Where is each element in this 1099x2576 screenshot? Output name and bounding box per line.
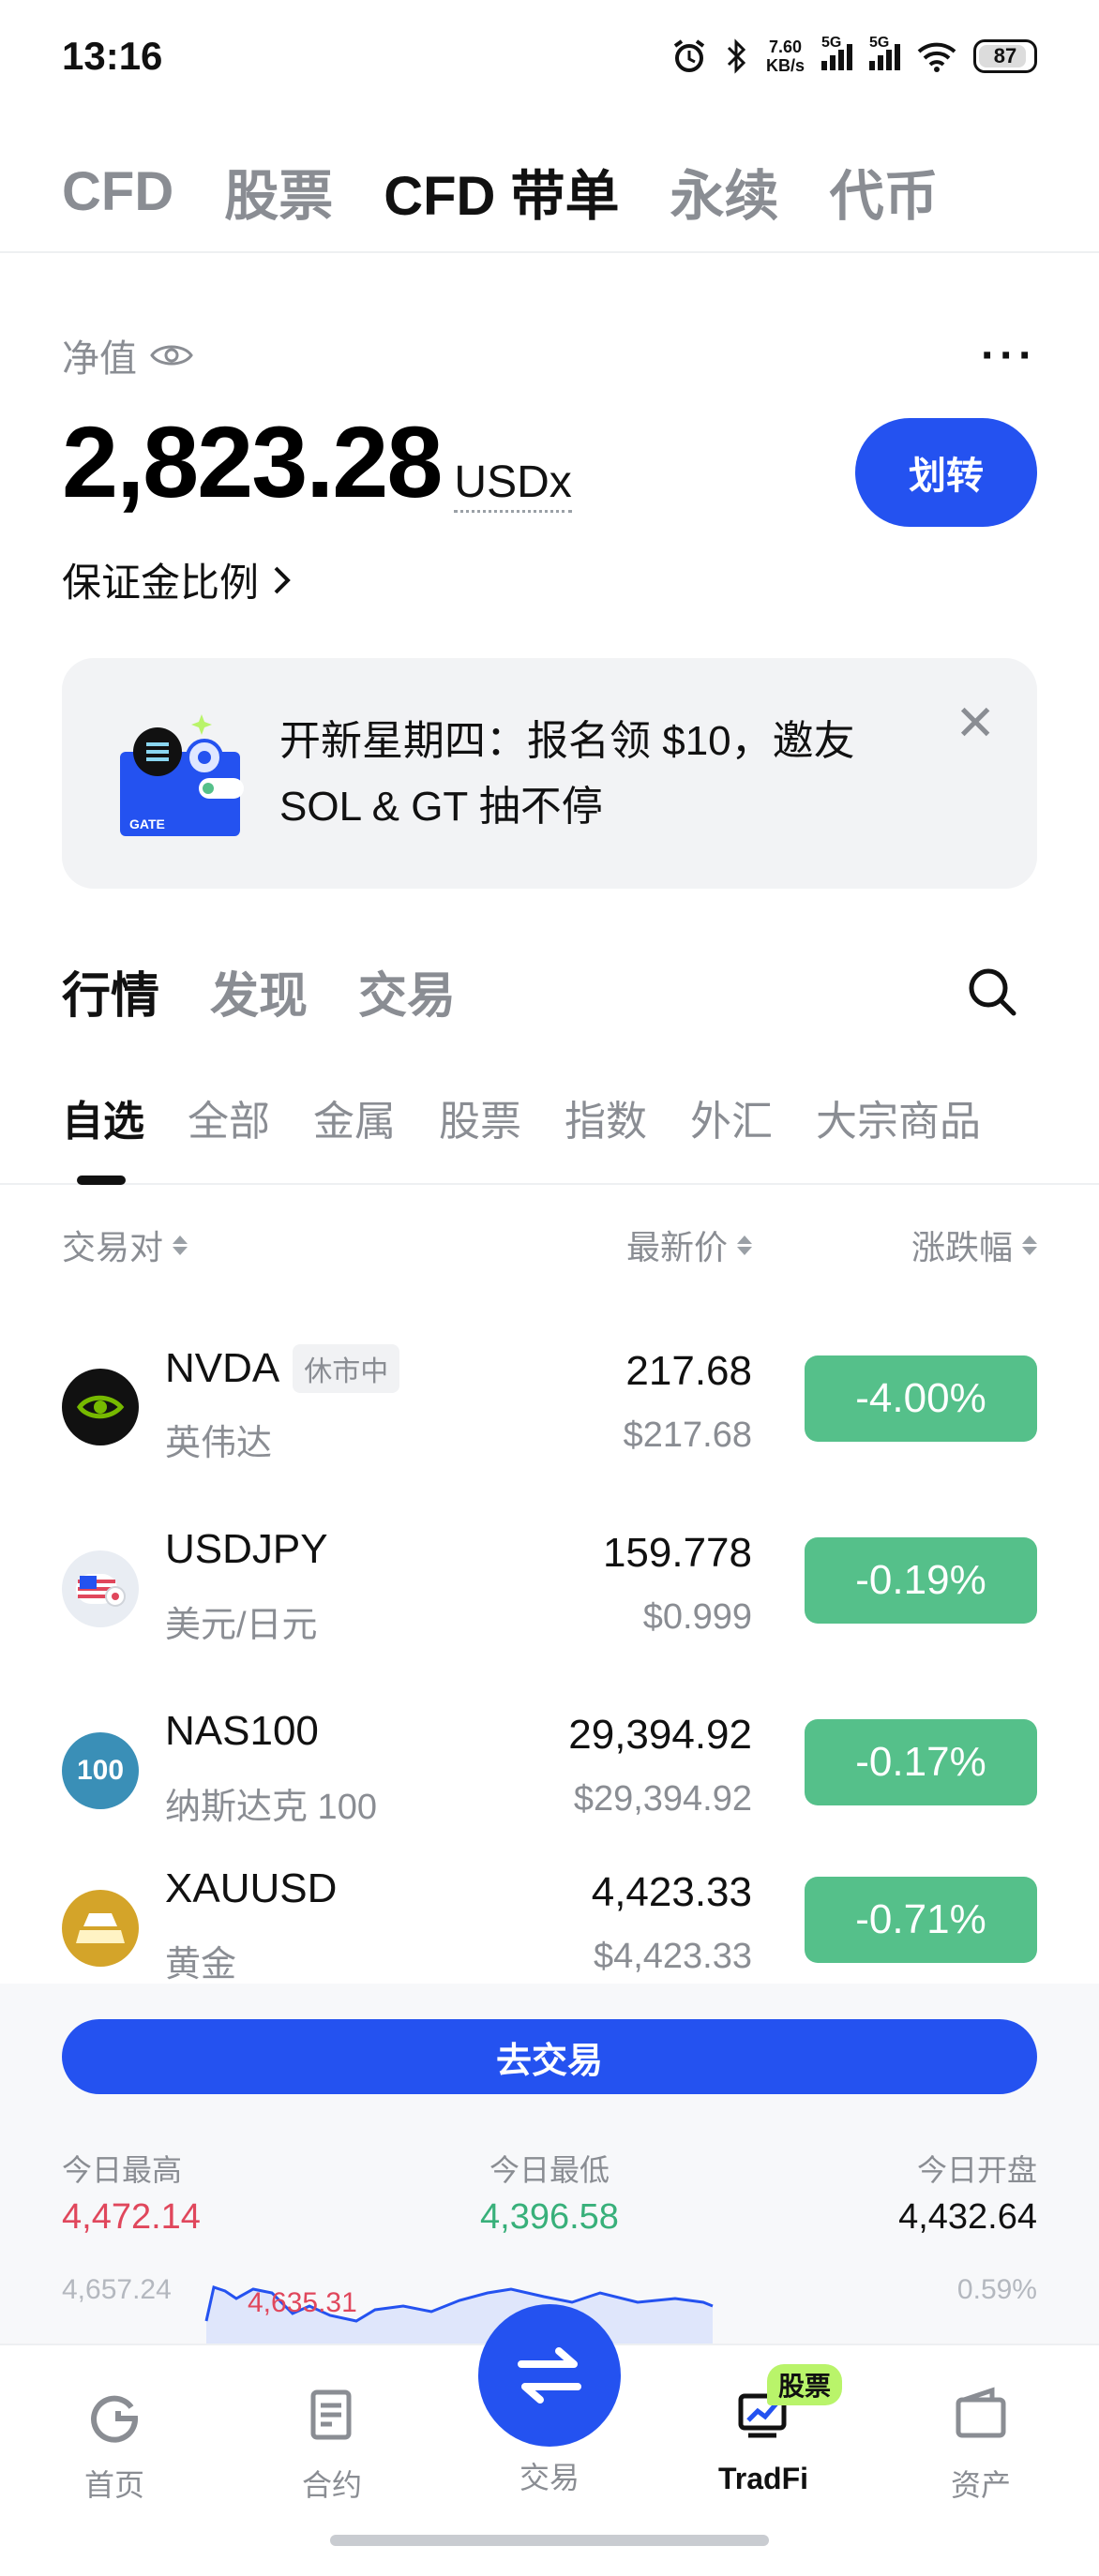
tradfi-stock-badge: 股票 bbox=[767, 2364, 843, 2405]
row-usd-price: $0.999 bbox=[642, 1597, 752, 1637]
stat-day-low: 今日最低 4,396.58 bbox=[480, 2153, 619, 2237]
row-symbol: USDJPY bbox=[165, 1526, 328, 1572]
row-price: 159.778 bbox=[602, 1530, 752, 1576]
row-change-badge[interactable]: -0.19% bbox=[805, 1537, 1037, 1624]
equity-label: 净值 bbox=[62, 328, 193, 382]
close-icon[interactable]: ✕ bbox=[955, 696, 996, 752]
nvidia-logo-icon bbox=[62, 1369, 139, 1445]
gold-bars-icon bbox=[62, 1890, 139, 1967]
tab-stocks[interactable]: 股票 bbox=[224, 152, 333, 231]
equity-amount: 2,823.28 bbox=[62, 405, 443, 518]
bluetooth-icon bbox=[727, 38, 746, 74]
swap-icon bbox=[518, 2347, 581, 2404]
home-icon bbox=[91, 2395, 139, 2443]
cat-tab-indices[interactable]: 指数 bbox=[565, 1087, 647, 1185]
nav-home[interactable]: 首页 bbox=[49, 2387, 180, 2505]
category-tabs: 自选 全部 金属 股票 指数 外汇 大宗商品 bbox=[0, 1087, 1099, 1185]
go-trade-button[interactable]: 去交易 bbox=[62, 2019, 1037, 2094]
battery-icon: 87 bbox=[973, 39, 1037, 73]
nav-trade-button[interactable] bbox=[478, 2304, 621, 2447]
market-closed-badge: 休市中 bbox=[293, 1344, 400, 1393]
row-usd-price: $4,423.33 bbox=[593, 1937, 752, 1976]
chart-top-right-label: 0.59% bbox=[956, 2274, 1037, 2305]
tab-discover[interactable]: 发现 bbox=[210, 956, 308, 1026]
us-jp-flag-icon bbox=[62, 1550, 139, 1627]
home-indicator[interactable] bbox=[330, 2535, 769, 2546]
sort-icon bbox=[737, 1235, 752, 1255]
nav-trade-label: 交易 bbox=[519, 2461, 580, 2494]
section-tabs: 行情 发现 交易 bbox=[62, 956, 456, 1026]
row-change-badge[interactable]: -0.17% bbox=[805, 1719, 1037, 1805]
row-price: 217.68 bbox=[625, 1348, 752, 1394]
sort-by-pair[interactable]: 交易对 bbox=[62, 1221, 188, 1269]
cat-tab-all[interactable]: 全部 bbox=[188, 1087, 270, 1185]
row-price: 29,394.92 bbox=[568, 1712, 752, 1758]
status-time: 13:16 bbox=[62, 34, 163, 78]
chevron-right-icon bbox=[274, 566, 291, 593]
status-icons: 7.60 KB/s 5G 5G 87 bbox=[670, 35, 1037, 75]
row-name: 纳斯达克 100 bbox=[165, 1788, 377, 1827]
cat-tab-favorites[interactable]: 自选 bbox=[62, 1087, 144, 1185]
tab-tokens[interactable]: 代币 bbox=[830, 152, 939, 231]
row-symbol: NAS100 bbox=[165, 1708, 319, 1754]
row-change-badge[interactable]: -4.00% bbox=[805, 1355, 1037, 1442]
eye-icon[interactable] bbox=[150, 341, 193, 369]
more-options-icon[interactable]: ··· bbox=[981, 330, 1037, 382]
promo-wallet-icon: GATE bbox=[120, 714, 244, 836]
tab-trade[interactable]: 交易 bbox=[358, 956, 456, 1026]
cat-tab-metals[interactable]: 金属 bbox=[313, 1087, 396, 1185]
stat-day-open: 今日开盘 4,432.64 bbox=[898, 2153, 1037, 2237]
row-price: 4,423.33 bbox=[591, 1869, 752, 1915]
row-change-badge[interactable]: -0.71% bbox=[805, 1877, 1037, 1963]
tab-perpetual[interactable]: 永续 bbox=[670, 152, 779, 231]
chart-peak-label: 4,635.31 bbox=[248, 2287, 357, 2318]
network-speed: 7.60 KB/s bbox=[765, 37, 805, 75]
cat-tab-stocks[interactable]: 股票 bbox=[439, 1087, 521, 1185]
row-symbol: XAUUSD bbox=[165, 1865, 338, 1911]
tab-cfd[interactable]: CFD bbox=[62, 160, 173, 223]
alarm-icon bbox=[673, 39, 705, 72]
promo-banner[interactable]: GATE 开新星期四：报名领 $10，邀友 SOL & GT 抽不停 ✕ bbox=[62, 658, 1037, 889]
promo-text: 开新星期四：报名领 $10，邀友 SOL & GT 抽不停 bbox=[279, 718, 855, 830]
nav-contract[interactable]: 合约 bbox=[266, 2387, 398, 2505]
stat-day-high: 今日最高 4,472.14 bbox=[62, 2153, 201, 2237]
list-item-usdjpy[interactable]: USDJPY 美元/日元 159.778 $0.999 -0.19% bbox=[62, 1526, 1037, 1667]
sort-by-price[interactable]: 最新价 bbox=[626, 1221, 752, 1269]
cat-tab-commodities[interactable]: 大宗商品 bbox=[816, 1087, 981, 1185]
margin-ratio-link[interactable]: 保证金比例 bbox=[62, 551, 293, 608]
list-header: 交易对 最新价 涨跌幅 bbox=[62, 1221, 1037, 1277]
tab-cfd-copy-trading[interactable]: CFD 带单 bbox=[384, 152, 619, 231]
svg-text:GATE: GATE bbox=[129, 816, 165, 831]
signal-sim1-icon: 5G bbox=[821, 35, 852, 70]
sort-icon bbox=[1022, 1235, 1037, 1255]
sort-icon bbox=[173, 1235, 188, 1255]
search-icon[interactable] bbox=[966, 966, 1018, 1018]
row-symbol: NVDA bbox=[165, 1345, 280, 1391]
equity-value: 2,823.28 USDx bbox=[62, 403, 572, 520]
sort-by-change[interactable]: 涨跌幅 bbox=[911, 1221, 1037, 1269]
signal-sim2-icon: 5G bbox=[869, 35, 900, 70]
row-name: 美元/日元 bbox=[165, 1606, 318, 1645]
equity-unit[interactable]: USDx bbox=[454, 457, 572, 513]
nas100-icon: 100 bbox=[62, 1732, 139, 1809]
top-tabs: CFD 股票 CFD 带单 永续 代币 bbox=[0, 131, 1099, 253]
contract-icon bbox=[310, 2389, 352, 2440]
nav-assets[interactable]: 资产 bbox=[915, 2387, 1046, 2505]
chart-top-left-label: 4,657.24 bbox=[62, 2274, 172, 2305]
cat-tab-forex[interactable]: 外汇 bbox=[690, 1087, 773, 1185]
list-item-nas100[interactable]: 100 NAS100 纳斯达克 100 29,394.92 $29,394.92… bbox=[62, 1708, 1037, 1849]
list-item-nvda[interactable]: NVDA 休市中 英伟达 217.68 $217.68 -4.00% bbox=[62, 1344, 1037, 1485]
wifi-icon bbox=[917, 42, 956, 72]
transfer-button[interactable]: 划转 bbox=[855, 418, 1037, 527]
tab-market[interactable]: 行情 bbox=[62, 956, 159, 1026]
row-name: 黄金 bbox=[165, 1945, 237, 1984]
status-bar: 13:16 7.60 KB/s 5G 5G 87 bbox=[0, 0, 1099, 112]
row-name: 英伟达 bbox=[165, 1424, 273, 1463]
instrument-detail-panel: 去交易 今日最高 4,472.14 今日最低 4,396.58 今日开盘 4,4… bbox=[0, 1984, 1099, 2344]
row-usd-price: $29,394.92 bbox=[573, 1779, 752, 1819]
row-usd-price: $217.68 bbox=[623, 1415, 752, 1455]
wallet-icon bbox=[956, 2387, 1006, 2438]
